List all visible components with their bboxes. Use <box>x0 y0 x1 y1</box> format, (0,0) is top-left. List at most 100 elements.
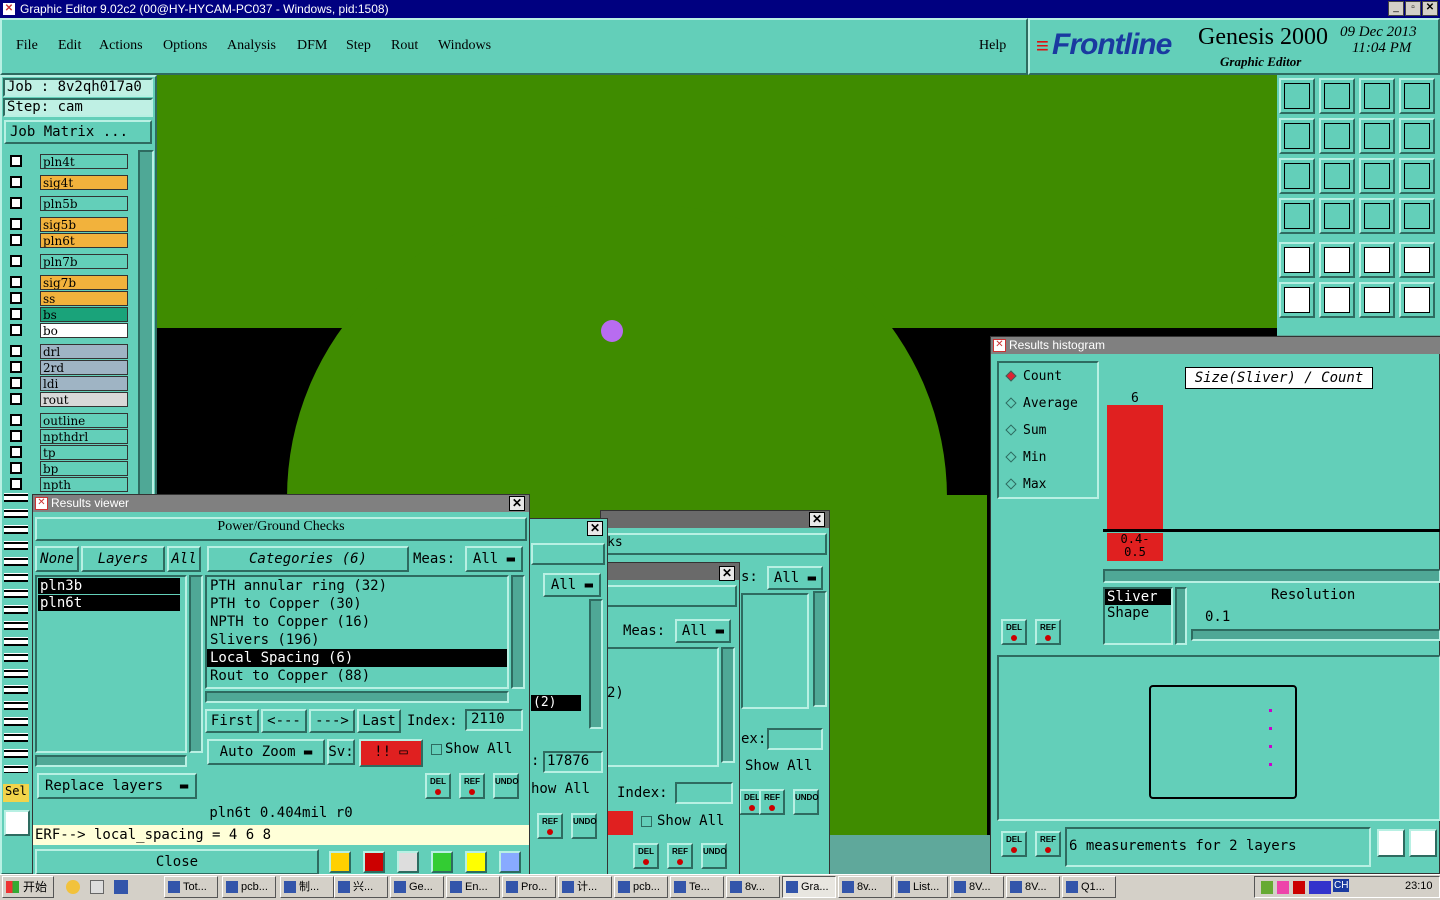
layer-name[interactable]: drl <box>40 344 128 359</box>
layer-checkbox[interactable] <box>10 176 22 188</box>
undo-icon[interactable]: UNDO <box>493 773 519 799</box>
categories-button[interactable]: Categories (6) <box>207 546 409 572</box>
ime-indicator[interactable]: CH <box>1333 879 1350 892</box>
all-layers-button[interactable]: All <box>167 546 201 572</box>
next-button[interactable]: ---> <box>309 709 355 733</box>
fit-icon[interactable] <box>1279 158 1315 194</box>
minimize-button[interactable]: _ <box>1388 1 1404 16</box>
start-button[interactable]: 开始 <box>2 876 54 898</box>
layer-row[interactable]: sig5b <box>6 217 128 232</box>
layer-row[interactable]: npthdrl <box>6 429 128 444</box>
del-icon[interactable]: DEL <box>425 773 451 799</box>
layer-name[interactable]: ldi <box>40 376 128 391</box>
histogram-horizontal-scrollbar[interactable] <box>1103 569 1440 583</box>
vertical-scrollbar-b[interactable] <box>721 647 735 763</box>
layer-name[interactable]: pln4t <box>40 154 128 169</box>
fill-icon[interactable] <box>1279 242 1315 278</box>
layer-name[interactable]: tp <box>40 445 128 460</box>
zoom-right-icon[interactable] <box>1319 118 1355 154</box>
download-icon[interactable] <box>1319 78 1355 114</box>
layer-row[interactable]: bo <box>6 323 128 338</box>
cross-icon[interactable] <box>1319 282 1355 318</box>
taskbar-item[interactable]: 计... <box>558 876 612 898</box>
taskbar-item[interactable]: Q1... <box>1062 876 1116 898</box>
ref-icon[interactable]: REF <box>537 813 563 839</box>
index-field-c[interactable]: 17876 <box>543 751 603 773</box>
layer-checkbox[interactable] <box>10 462 22 474</box>
category-item[interactable]: PTH to Copper (30) <box>207 595 507 613</box>
menu-dfm[interactable]: DFM <box>297 38 327 54</box>
close-icon[interactable]: ✕ <box>587 521 603 536</box>
show-all-checkbox[interactable] <box>431 744 442 755</box>
ref-icon[interactable]: REF <box>1035 619 1061 645</box>
layer-checkbox[interactable] <box>10 255 22 267</box>
snap-icon[interactable] <box>1359 198 1395 234</box>
menu-step[interactable]: Step <box>346 38 371 54</box>
layer-name[interactable]: 2rd <box>40 360 128 375</box>
taskbar-item[interactable]: 8v... <box>726 876 780 898</box>
del-icon[interactable]: DEL <box>633 843 659 869</box>
layer-row[interactable]: ldi <box>6 376 128 391</box>
layer-checkbox[interactable] <box>10 430 22 442</box>
layer-checkbox[interactable] <box>10 393 22 405</box>
close-icon[interactable]: ✕ <box>509 496 525 511</box>
meas-select-b[interactable]: All ▬ <box>675 619 731 643</box>
ruler-icon[interactable] <box>1359 242 1395 278</box>
del-icon[interactable]: DEL <box>1001 619 1027 645</box>
index-field[interactable] <box>767 728 823 750</box>
taskbar-item[interactable]: Pro... <box>502 876 556 898</box>
export-icon[interactable] <box>1377 829 1405 857</box>
layer-checkbox[interactable] <box>10 308 22 320</box>
meas-select[interactable]: All ▬ <box>767 566 823 590</box>
close-button[interactable]: ✕ <box>1422 1 1438 16</box>
mode-radio-max[interactable]: Max <box>1005 477 1046 492</box>
taskbar-item[interactable]: En... <box>446 876 500 898</box>
layer-name[interactable]: pln5b <box>40 196 128 211</box>
vertical-scrollbar-c[interactable] <box>589 599 603 729</box>
taskbar-item[interactable]: 8V... <box>950 876 1004 898</box>
settings-icon[interactable] <box>1409 829 1437 857</box>
scale-icon[interactable] <box>1359 158 1395 194</box>
resolution-slider[interactable] <box>1191 629 1440 641</box>
taskbar-item[interactable]: Te... <box>670 876 724 898</box>
layer-checkbox[interactable] <box>10 292 22 304</box>
list-item[interactable]: Shape <box>1105 605 1171 621</box>
taskbar-item[interactable]: Ge... <box>390 876 444 898</box>
layer-name[interactable]: sig7b <box>40 275 128 290</box>
auto-zoom-select[interactable]: Auto Zoom ▬ <box>207 739 325 765</box>
ref-icon[interactable]: REF <box>759 789 785 815</box>
menu-edit[interactable]: Edit <box>58 38 81 54</box>
ref-icon[interactable]: REF <box>1035 831 1061 857</box>
ref-icon[interactable]: REF <box>667 843 693 869</box>
layer-row[interactable]: sig4t <box>6 175 128 190</box>
home-icon[interactable] <box>1359 78 1395 114</box>
taskbar-item[interactable]: 制... <box>280 876 334 898</box>
layer-row[interactable]: outline <box>6 413 128 428</box>
layer-name[interactable]: npthdrl <box>40 429 128 444</box>
index-input[interactable]: 2110 <box>465 709 523 731</box>
category-item[interactable]: Local Spacing (6) <box>207 649 507 667</box>
probe-icon[interactable] <box>1399 282 1435 318</box>
run-icon[interactable] <box>363 851 385 873</box>
layer-name[interactable]: bp <box>40 461 128 476</box>
vertical-scrollbar[interactable] <box>813 591 827 707</box>
report-icon[interactable] <box>465 851 487 873</box>
menu-actions[interactable]: Actions <box>99 38 143 54</box>
show-all-label[interactable]: Show All <box>745 758 812 774</box>
menu-options[interactable]: Options <box>163 38 207 54</box>
job-matrix-button[interactable]: Job Matrix ... <box>4 120 152 144</box>
undo-view-icon[interactable] <box>1359 118 1395 154</box>
taskbar-item[interactable]: pcb... <box>222 876 276 898</box>
layers-horizontal-scrollbar[interactable] <box>35 755 187 767</box>
meas-select-c[interactable]: All ▬ <box>543 573 601 597</box>
layer-row[interactable]: 2rd <box>6 360 128 375</box>
close-button[interactable]: Close <box>35 849 319 875</box>
mode-radio-count[interactable]: Count <box>1005 369 1062 384</box>
tools-icon[interactable] <box>1279 198 1315 234</box>
categories-horizontal-scrollbar[interactable] <box>205 691 509 703</box>
upload-icon[interactable] <box>1279 78 1315 114</box>
menu-rout[interactable]: Rout <box>391 38 418 54</box>
connect-icon[interactable] <box>1399 198 1435 234</box>
histogram-icon[interactable] <box>499 851 521 873</box>
layer-name[interactable]: pln7b <box>40 254 128 269</box>
